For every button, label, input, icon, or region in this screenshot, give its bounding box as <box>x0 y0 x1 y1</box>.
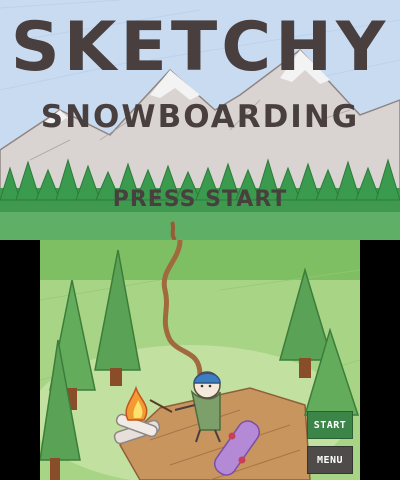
press-start-prompt[interactable]: PRESS START <box>0 189 400 211</box>
touch-screen[interactable]: START MENU <box>40 240 360 480</box>
far-hill <box>40 240 360 280</box>
game-title: SKETCHY <box>10 8 390 87</box>
start-button[interactable]: START <box>307 411 353 439</box>
game-screen: SKETCHY SNOWBOARDING PRESS START START M… <box>0 0 400 480</box>
camp-scene <box>40 240 360 480</box>
game-subtitle: SNOWBOARDING <box>40 99 360 135</box>
title-screen: SKETCHY SNOWBOARDING PRESS START <box>0 0 400 240</box>
grass-strip <box>0 212 400 240</box>
trail-top <box>170 221 177 240</box>
menu-button[interactable]: MENU <box>307 446 353 474</box>
